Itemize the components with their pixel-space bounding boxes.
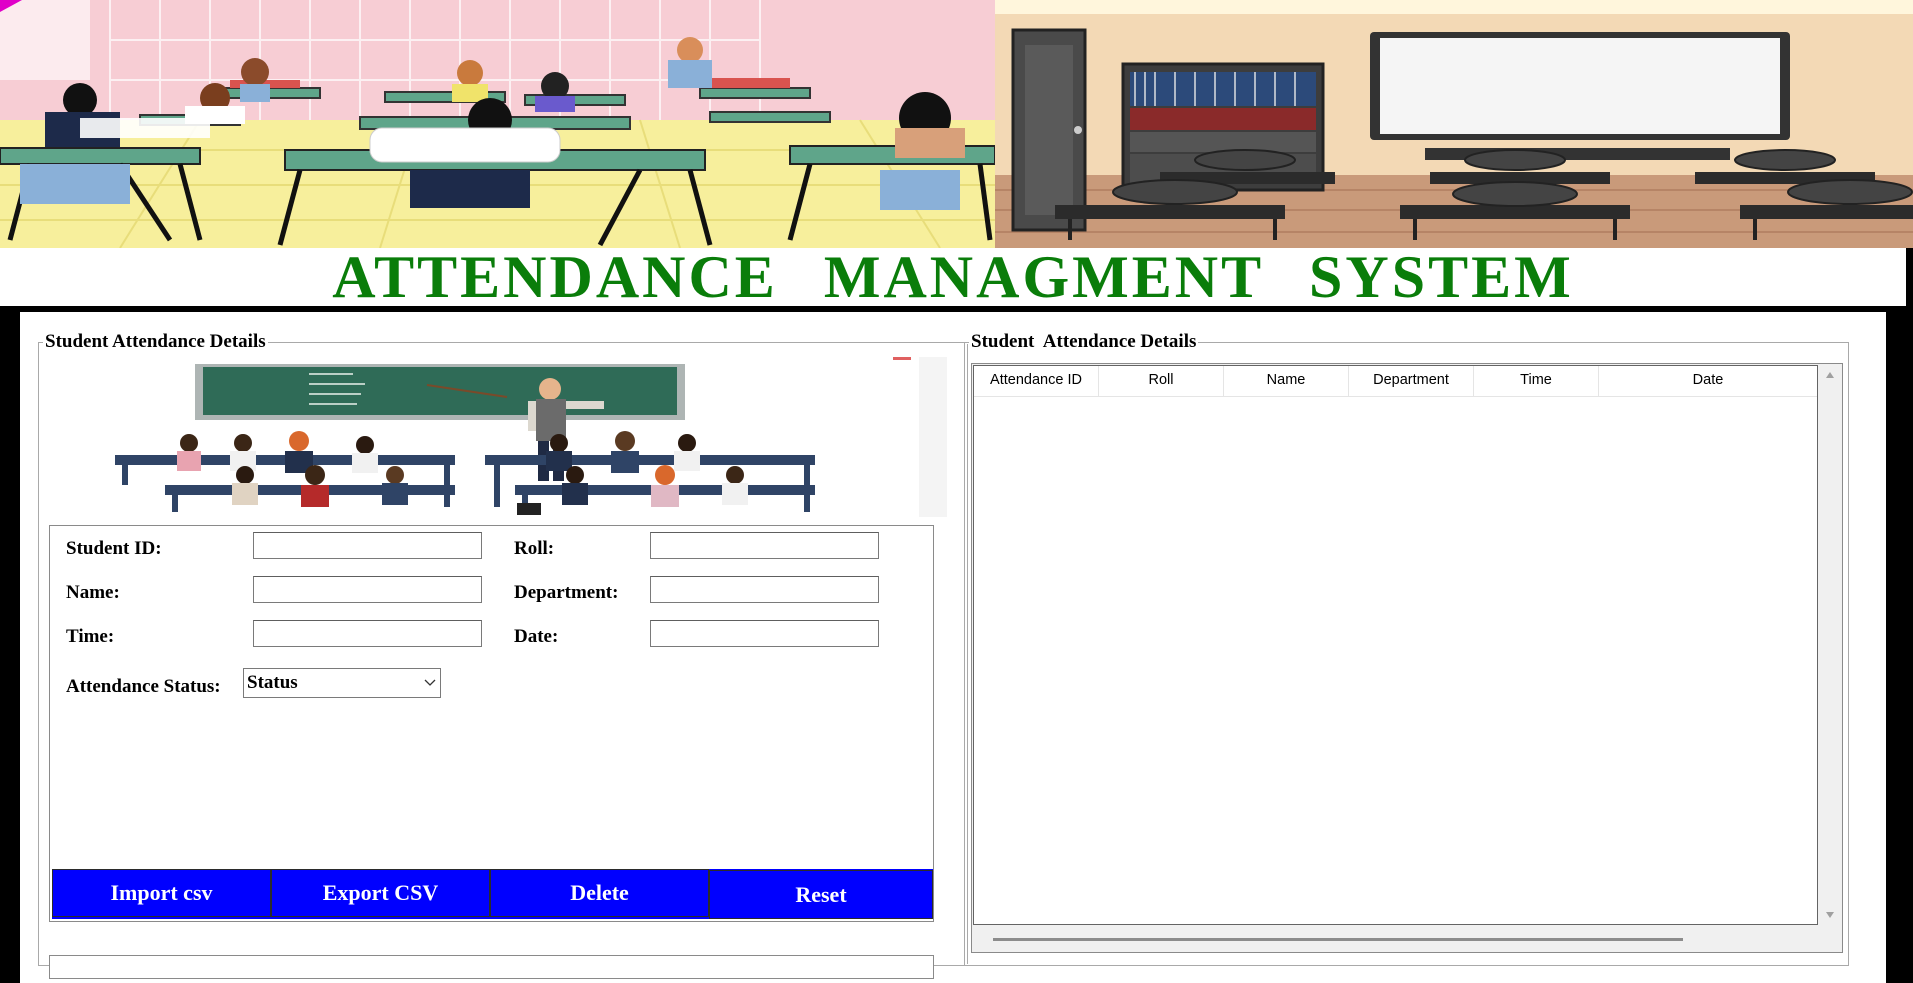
page-title: ATTENDANCE MANAGMENT SYSTEM xyxy=(332,244,1574,310)
left-group-title: Student Attendance Details xyxy=(43,331,268,352)
action-button-bar: Import csv Export CSV Delete Reset xyxy=(52,869,933,919)
student-details-group: Student Attendance Details Student ID: R… xyxy=(38,332,968,979)
column-header-time[interactable]: Time xyxy=(1474,366,1599,396)
student-id-label: Student ID: xyxy=(66,538,162,559)
reset-button[interactable]: Reset xyxy=(709,870,933,919)
title-bar: ATTENDANCE MANAGMENT SYSTEM xyxy=(0,247,1906,307)
horizontal-scroll-thumb[interactable] xyxy=(993,938,1683,941)
name-label: Name: xyxy=(66,582,120,603)
scroll-down-arrow-icon[interactable] xyxy=(1825,911,1835,919)
vertical-scrollbar[interactable] xyxy=(1819,365,1841,925)
time-input[interactable] xyxy=(253,620,482,647)
student-form: Student ID: Roll: Name: Department: Time… xyxy=(49,525,934,922)
column-header-attendance-id[interactable]: Attendance ID xyxy=(974,366,1099,396)
import-csv-button[interactable]: Import csv xyxy=(52,869,271,917)
department-label: Department: xyxy=(514,582,619,603)
time-label: Time: xyxy=(66,626,115,647)
classroom-banner-right xyxy=(995,0,1913,248)
date-label: Date: xyxy=(514,626,559,647)
vertical-scroll-track[interactable] xyxy=(1821,391,1838,899)
classroom-teacher-image xyxy=(47,357,947,517)
classroom-banner-left xyxy=(0,0,995,248)
column-header-date[interactable]: Date xyxy=(1599,366,1817,396)
chevron-down-icon xyxy=(424,679,436,686)
roll-input[interactable] xyxy=(650,532,879,559)
table-frame: Attendance ID Roll Name Department Time … xyxy=(971,363,1843,953)
student-id-input[interactable] xyxy=(253,532,482,559)
students-classroom-illustration xyxy=(0,0,995,248)
roll-label: Roll: xyxy=(514,538,555,559)
teacher-students-illustration xyxy=(47,357,947,517)
attendance-table-group: Student Attendance Details Attendance ID… xyxy=(964,332,1849,966)
horizontal-scrollbar[interactable] xyxy=(973,927,1818,949)
column-header-roll[interactable]: Roll xyxy=(1099,366,1224,396)
delete-button[interactable]: Delete xyxy=(490,869,709,917)
table-header: Attendance ID Roll Name Department Time … xyxy=(974,366,1817,397)
column-header-department[interactable]: Department xyxy=(1349,366,1474,396)
attendance-status-label: Attendance Status: xyxy=(66,676,221,697)
left-bottom-strip xyxy=(49,955,934,979)
empty-classroom-illustration xyxy=(995,0,1913,248)
date-input[interactable] xyxy=(650,620,879,647)
scroll-up-arrow-icon[interactable] xyxy=(1825,371,1835,379)
export-csv-button[interactable]: Export CSV xyxy=(271,869,490,917)
status-selected-value: Status xyxy=(247,672,298,693)
column-header-name[interactable]: Name xyxy=(1224,366,1349,396)
main-frame: Student Attendance Details Student ID: R… xyxy=(20,312,1886,983)
attendance-table[interactable]: Attendance ID Roll Name Department Time … xyxy=(973,365,1818,925)
department-input[interactable] xyxy=(650,576,879,603)
right-group-title: Student Attendance Details xyxy=(969,331,1199,352)
attendance-status-dropdown[interactable]: Status xyxy=(243,668,441,698)
name-input[interactable] xyxy=(253,576,482,603)
